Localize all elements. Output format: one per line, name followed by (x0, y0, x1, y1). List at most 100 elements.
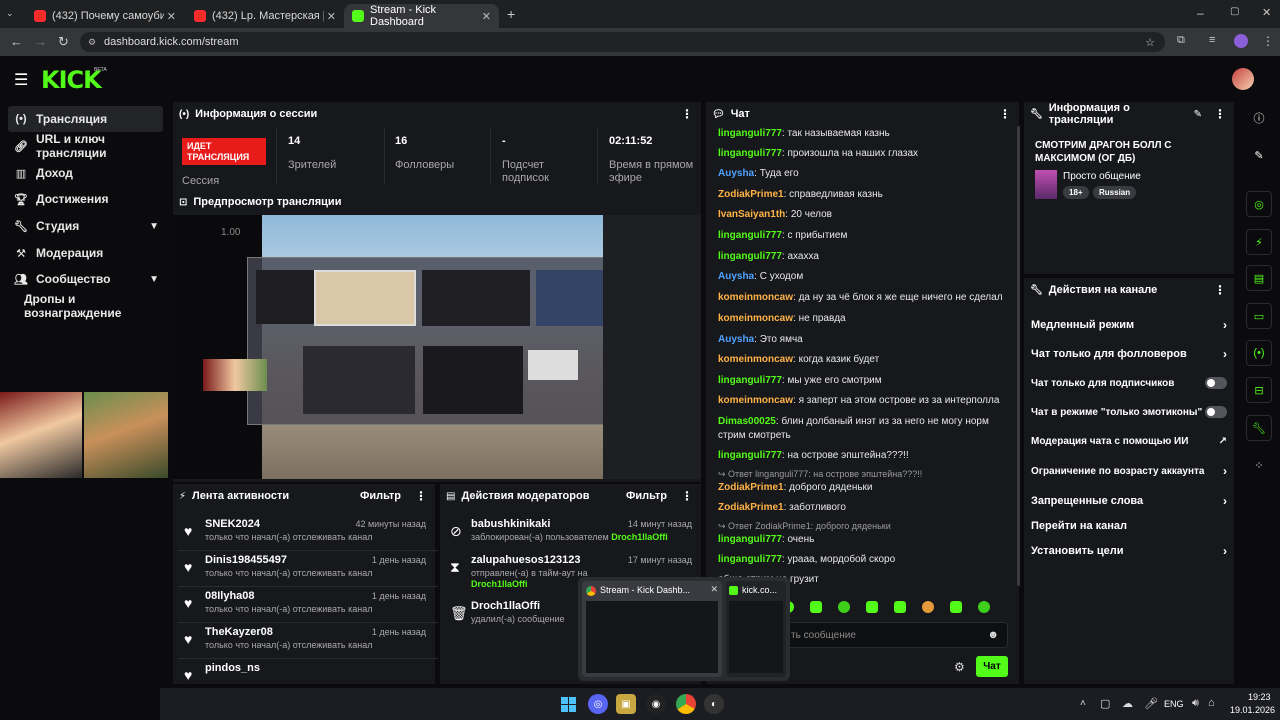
chat-username[interactable]: Auysha (718, 271, 754, 282)
preview-window-1[interactable]: Stream - Kick Dashb... ✕ (582, 581, 722, 677)
sidebar-item-studio[interactable]: 🔧︎ Студия ▼ (8, 213, 163, 239)
obs-icon[interactable]: ◉ (646, 694, 666, 714)
edit-icon[interactable]: ✎ (1194, 109, 1202, 120)
subscribers-only-toggle[interactable] (1205, 377, 1227, 389)
browser-tab-3[interactable]: Stream - Kick Dashboard ✕ (344, 4, 499, 28)
chrome-icon[interactable] (676, 694, 696, 714)
emote-only-toggle[interactable] (1205, 406, 1227, 418)
tray-cloud-icon[interactable]: ☁ (1122, 697, 1133, 710)
volume-icon[interactable]: 🔊︎ (1192, 697, 1199, 710)
sidebar-item-community[interactable]: 👥︎ Сообщество ▼ (8, 266, 163, 292)
chat-username[interactable]: linganguli777 (718, 128, 782, 139)
chat-username[interactable]: linganguli777 (718, 375, 782, 386)
chat-rail-button[interactable]: ▭ (1246, 303, 1272, 329)
chat-username[interactable]: linganguli777 (718, 554, 782, 565)
activity-user[interactable]: SNEK2024 (205, 518, 260, 530)
chat-send-button[interactable]: Чат (976, 656, 1008, 677)
emote-icon[interactable] (866, 601, 878, 613)
chat-username[interactable]: linganguli777 (718, 534, 782, 545)
action-slow-mode[interactable]: Медленный режим › (1031, 315, 1227, 335)
chat-username[interactable]: ZodiakPrime1 (718, 189, 784, 200)
mod-user[interactable]: Droch1llaOffi (471, 579, 528, 589)
filter-button[interactable]: Фильтр (626, 490, 667, 502)
chat-username[interactable]: linganguli777 (718, 450, 782, 461)
clock-date[interactable]: 19.01.2026 (1230, 705, 1275, 715)
language-indicator[interactable]: ENG (1164, 699, 1184, 709)
widgets-rail-button[interactable]: ⁘ (1246, 452, 1272, 478)
emoji-icon[interactable]: ☻ (987, 629, 999, 641)
emote-icon[interactable] (894, 601, 906, 613)
close-tab-icon[interactable]: ✕ (327, 10, 336, 23)
info-rail-button[interactable]: ⓘ (1246, 105, 1272, 131)
action-go-to-channel[interactable]: Перейти на канал (1031, 516, 1227, 536)
more-options-icon[interactable]: ⋮ (681, 107, 693, 121)
close-window-icon[interactable]: ✕ (1262, 6, 1271, 19)
browser-tab-1[interactable]: (432) Почему самоубийцу все ✕ (26, 4, 184, 28)
action-set-goals[interactable]: Установить цели › (1031, 541, 1227, 561)
reload-icon[interactable]: ↻ (58, 34, 69, 50)
mod-target-user[interactable]: Droch1llaOffi (471, 600, 540, 612)
discord-icon[interactable]: ◎ (588, 694, 608, 714)
site-info-icon[interactable]: ⚙ (88, 37, 96, 48)
clock-time[interactable]: 19:23 (1248, 692, 1271, 702)
preview-window-2[interactable]: kick.co... (726, 581, 786, 677)
profile-avatar[interactable] (1234, 34, 1248, 48)
chat-username[interactable]: IvanSaiyan1th (718, 209, 785, 220)
obs-studio-icon[interactable]: ◐ (704, 694, 724, 714)
sidebar-item-moderation[interactable]: ⚒ Модерация (8, 240, 163, 266)
tab-list-button[interactable]: ⌄ (6, 8, 14, 19)
more-options-icon[interactable]: ⋮ (1214, 283, 1226, 297)
edit-rail-button[interactable]: ✎ (1246, 142, 1272, 168)
tools-rail-button[interactable]: 🔧︎ (1246, 415, 1272, 441)
sidebar-item-stream-url[interactable]: 🔗︎ URL и ключ трансляции (8, 132, 168, 160)
stream-preview-video[interactable]: 1.00 (173, 215, 701, 479)
emote-icon[interactable] (838, 601, 850, 613)
sidebar-item-broadcast[interactable]: (•) Трансляция (8, 106, 163, 132)
more-options-icon[interactable]: ⋮ (681, 489, 693, 503)
network-icon[interactable]: ⌂ (1208, 697, 1215, 709)
more-options-icon[interactable]: ⋮ (1214, 107, 1226, 121)
filter-button[interactable]: Фильтр (360, 490, 401, 502)
chat-input[interactable]: ть сообщение ☻ (782, 622, 1008, 648)
broadcast-rail-button[interactable]: (•) (1246, 340, 1272, 366)
address-bar[interactable]: ⚙ dashboard.kick.com/stream ☆ (80, 32, 1165, 52)
browser-menu-icon[interactable]: ⋮ (1262, 34, 1274, 48)
more-options-icon[interactable]: ⋮ (999, 107, 1011, 121)
more-options-icon[interactable]: ⋮ (415, 489, 427, 503)
new-tab-button[interactable]: + (507, 6, 515, 22)
windows-start-icon[interactable] (558, 694, 578, 714)
action-account-age[interactable]: Ограничение по возрасту аккаунта › (1031, 461, 1227, 481)
chat-username[interactable]: linganguli777 (718, 230, 782, 241)
emote-icon[interactable] (950, 601, 962, 613)
back-icon[interactable]: ← (10, 34, 23, 49)
mod-target-user[interactable]: babushkinikaki (471, 518, 550, 530)
minimize-icon[interactable]: – (1197, 6, 1204, 20)
media-icon[interactable]: ≡ (1209, 34, 1215, 46)
microphone-icon[interactable]: 🎤︎ (1144, 697, 1158, 710)
maximize-icon[interactable]: ▢ (1230, 6, 1239, 17)
app-icon[interactable]: ▣ (616, 694, 636, 714)
action-followers-only[interactable]: Чат только для фолловеров › (1031, 344, 1227, 364)
bookmark-star-icon[interactable]: ☆ (1145, 36, 1155, 49)
close-tab-icon[interactable]: ✕ (167, 10, 176, 23)
bolt-rail-button[interactable]: ⚡︎ (1246, 229, 1272, 255)
emote-icon[interactable] (810, 601, 822, 613)
chat-username[interactable]: Dimas00025 (718, 416, 776, 427)
notes-rail-button[interactable]: ▤ (1246, 265, 1272, 291)
chat-username[interactable]: komeinmoncaw (718, 395, 793, 406)
emote-icon[interactable] (978, 601, 990, 613)
action-ai-moderation[interactable]: Модерация чата с помощью ИИ ↗ (1031, 431, 1227, 451)
chat-settings-icon[interactable]: ⚙ (954, 660, 965, 674)
kick-logo[interactable]: KICK (41, 66, 102, 94)
clip-rail-button[interactable]: ◎ (1246, 191, 1272, 217)
activity-user[interactable]: 08Ilyha08 (205, 590, 255, 602)
layout-rail-button[interactable]: ⊟ (1246, 377, 1272, 403)
chat-scrollbar[interactable] (1017, 126, 1020, 586)
chat-username[interactable]: komeinmoncaw (718, 292, 793, 303)
mod-target-user[interactable]: zalupahuesos123123 (471, 554, 580, 566)
chat-username[interactable]: ZodiakPrime1 (718, 482, 784, 493)
close-tab-icon[interactable]: ✕ (482, 10, 491, 23)
tray-chevron-icon[interactable]: ˄ (1080, 698, 1086, 709)
activity-user[interactable]: pindos_ns (205, 662, 260, 674)
chat-username[interactable]: linganguli777 (718, 148, 782, 159)
